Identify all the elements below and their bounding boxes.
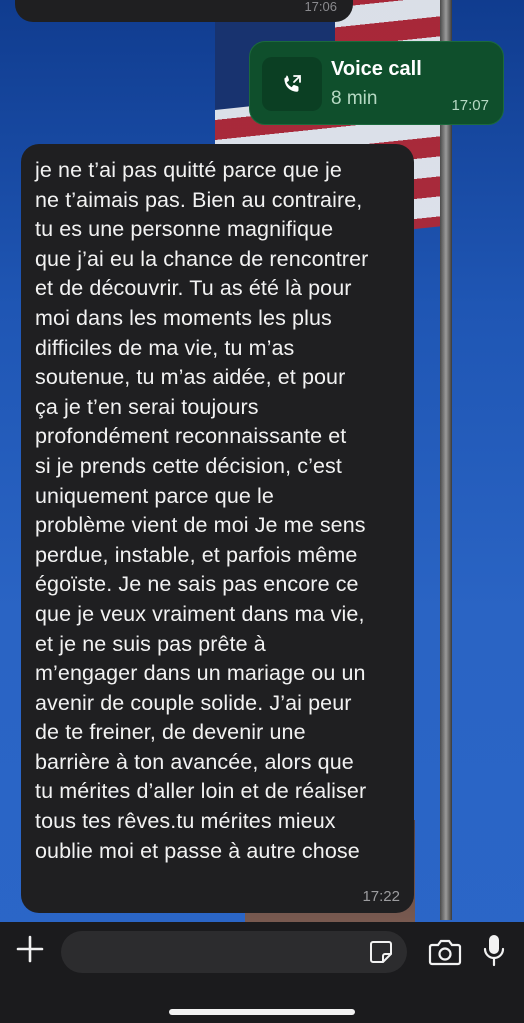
home-indicator[interactable] (169, 1009, 355, 1015)
message-line: ne t’aimais pas. Bien au contraire, (35, 187, 363, 212)
message-input[interactable] (61, 931, 407, 973)
message-line: égoïste. Je ne sais pas encore ce (35, 572, 359, 597)
message-line: perdue, instable, et parfois même (35, 542, 358, 567)
message-line: problème vient de moi Je me sens (35, 513, 366, 538)
message-line: soutenue, tu m’as aidée, et pour (35, 365, 346, 390)
message-line: m’engager dans un mariage ou un (35, 661, 366, 686)
message-line: que j’ai eu la chance de rencontrer (35, 246, 369, 271)
previous-message-bubble[interactable]: 17:06 (15, 0, 353, 22)
message-line: barrière à ton avancée, alors que (35, 749, 354, 774)
message-time: 17:22 (362, 888, 400, 905)
message-line: et de découvrir. Tu as été là pour (35, 276, 352, 301)
message-line: tu es une personne magnifique (35, 217, 334, 242)
message-text: je ne t’ai pas quitté parce que je ne t’… (35, 156, 400, 866)
message-line: et je ne suis pas prête à (35, 631, 266, 656)
outgoing-call-icon (262, 57, 322, 111)
message-line: tous tes rêves.tu mérites mieux (35, 809, 336, 834)
message-line: si je prends cette décision, c’est (35, 453, 342, 478)
previous-message-time: 17:06 (304, 0, 337, 14)
message-line: tu mérites d’aller loin et de réaliser (35, 779, 367, 804)
microphone-icon[interactable] (482, 933, 506, 969)
camera-icon[interactable] (428, 936, 462, 968)
plus-icon[interactable] (14, 933, 46, 965)
message-line: profondément reconnaissante et (35, 424, 347, 449)
call-title: Voice call (331, 58, 422, 80)
message-line: je ne t’ai pas quitté parce que je (35, 158, 342, 182)
message-line: avenir de couple solide. J’ai peur (35, 690, 352, 715)
message-line: ça je t’en serai toujours (35, 394, 259, 419)
message-line: uniquement parce que le (35, 483, 274, 508)
wallpaper-flagpole (440, 0, 452, 920)
message-line: moi dans les moments les plus (35, 305, 332, 330)
sticker-icon[interactable] (368, 939, 394, 965)
message-line: que je veux vraiment dans ma vie, (35, 601, 365, 626)
voice-call-bubble[interactable]: Voice call 8 min 17:07 (249, 41, 504, 125)
incoming-message-bubble[interactable]: je ne t’ai pas quitté parce que je ne t’… (21, 144, 414, 913)
message-line: de te freiner, de devenir une (35, 720, 306, 745)
call-duration: 8 min (331, 88, 378, 109)
message-line: difficiles de ma vie, tu m’as (35, 335, 295, 360)
call-time: 17:07 (451, 97, 489, 114)
message-line: oublie moi et passe à autre chose (35, 838, 360, 863)
